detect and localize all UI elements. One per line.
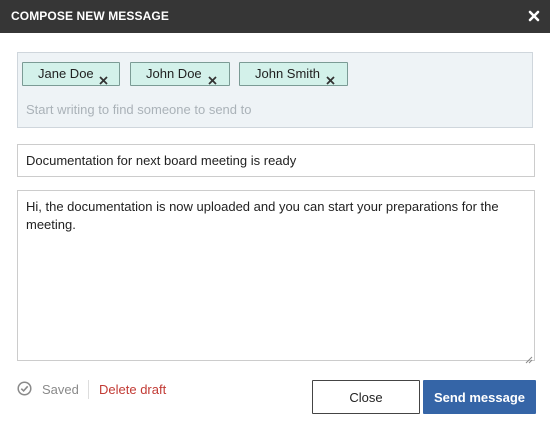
send-message-button[interactable]: Send message <box>423 380 536 414</box>
close-icon[interactable] <box>524 6 544 26</box>
resize-handle-icon[interactable] <box>525 351 533 364</box>
recipient-chip-label: John Smith <box>255 66 321 81</box>
message-body-container: Hi, the documentation is now uploaded an… <box>17 190 535 364</box>
recipient-chip: Jane Doe <box>22 62 120 86</box>
delete-draft-link[interactable]: Delete draft <box>99 382 166 397</box>
recipients-field[interactable]: Jane Doe John Doe John Smith <box>17 52 533 128</box>
footer-divider <box>88 380 89 399</box>
subject-input[interactable] <box>17 144 535 177</box>
compose-dialog: COMPOSE NEW MESSAGE Jane Doe John Doe Jo… <box>0 0 550 432</box>
recipient-chip-label: Jane Doe <box>38 66 94 81</box>
recipient-chip: John Smith <box>239 62 348 86</box>
dialog-title: COMPOSE NEW MESSAGE <box>11 9 169 23</box>
recipient-chip-label: John Doe <box>146 66 202 81</box>
recipient-chip: John Doe <box>130 62 230 86</box>
remove-icon[interactable] <box>99 70 108 85</box>
remove-icon[interactable] <box>208 70 217 85</box>
dialog-titlebar: COMPOSE NEW MESSAGE <box>0 0 550 33</box>
saved-status: Saved <box>42 382 79 397</box>
remove-icon[interactable] <box>326 70 335 85</box>
close-button[interactable]: Close <box>312 380 420 414</box>
recipient-search-input[interactable] <box>26 99 516 119</box>
message-body-textarea[interactable]: Hi, the documentation is now uploaded an… <box>17 190 535 361</box>
check-circle-icon <box>17 381 32 396</box>
